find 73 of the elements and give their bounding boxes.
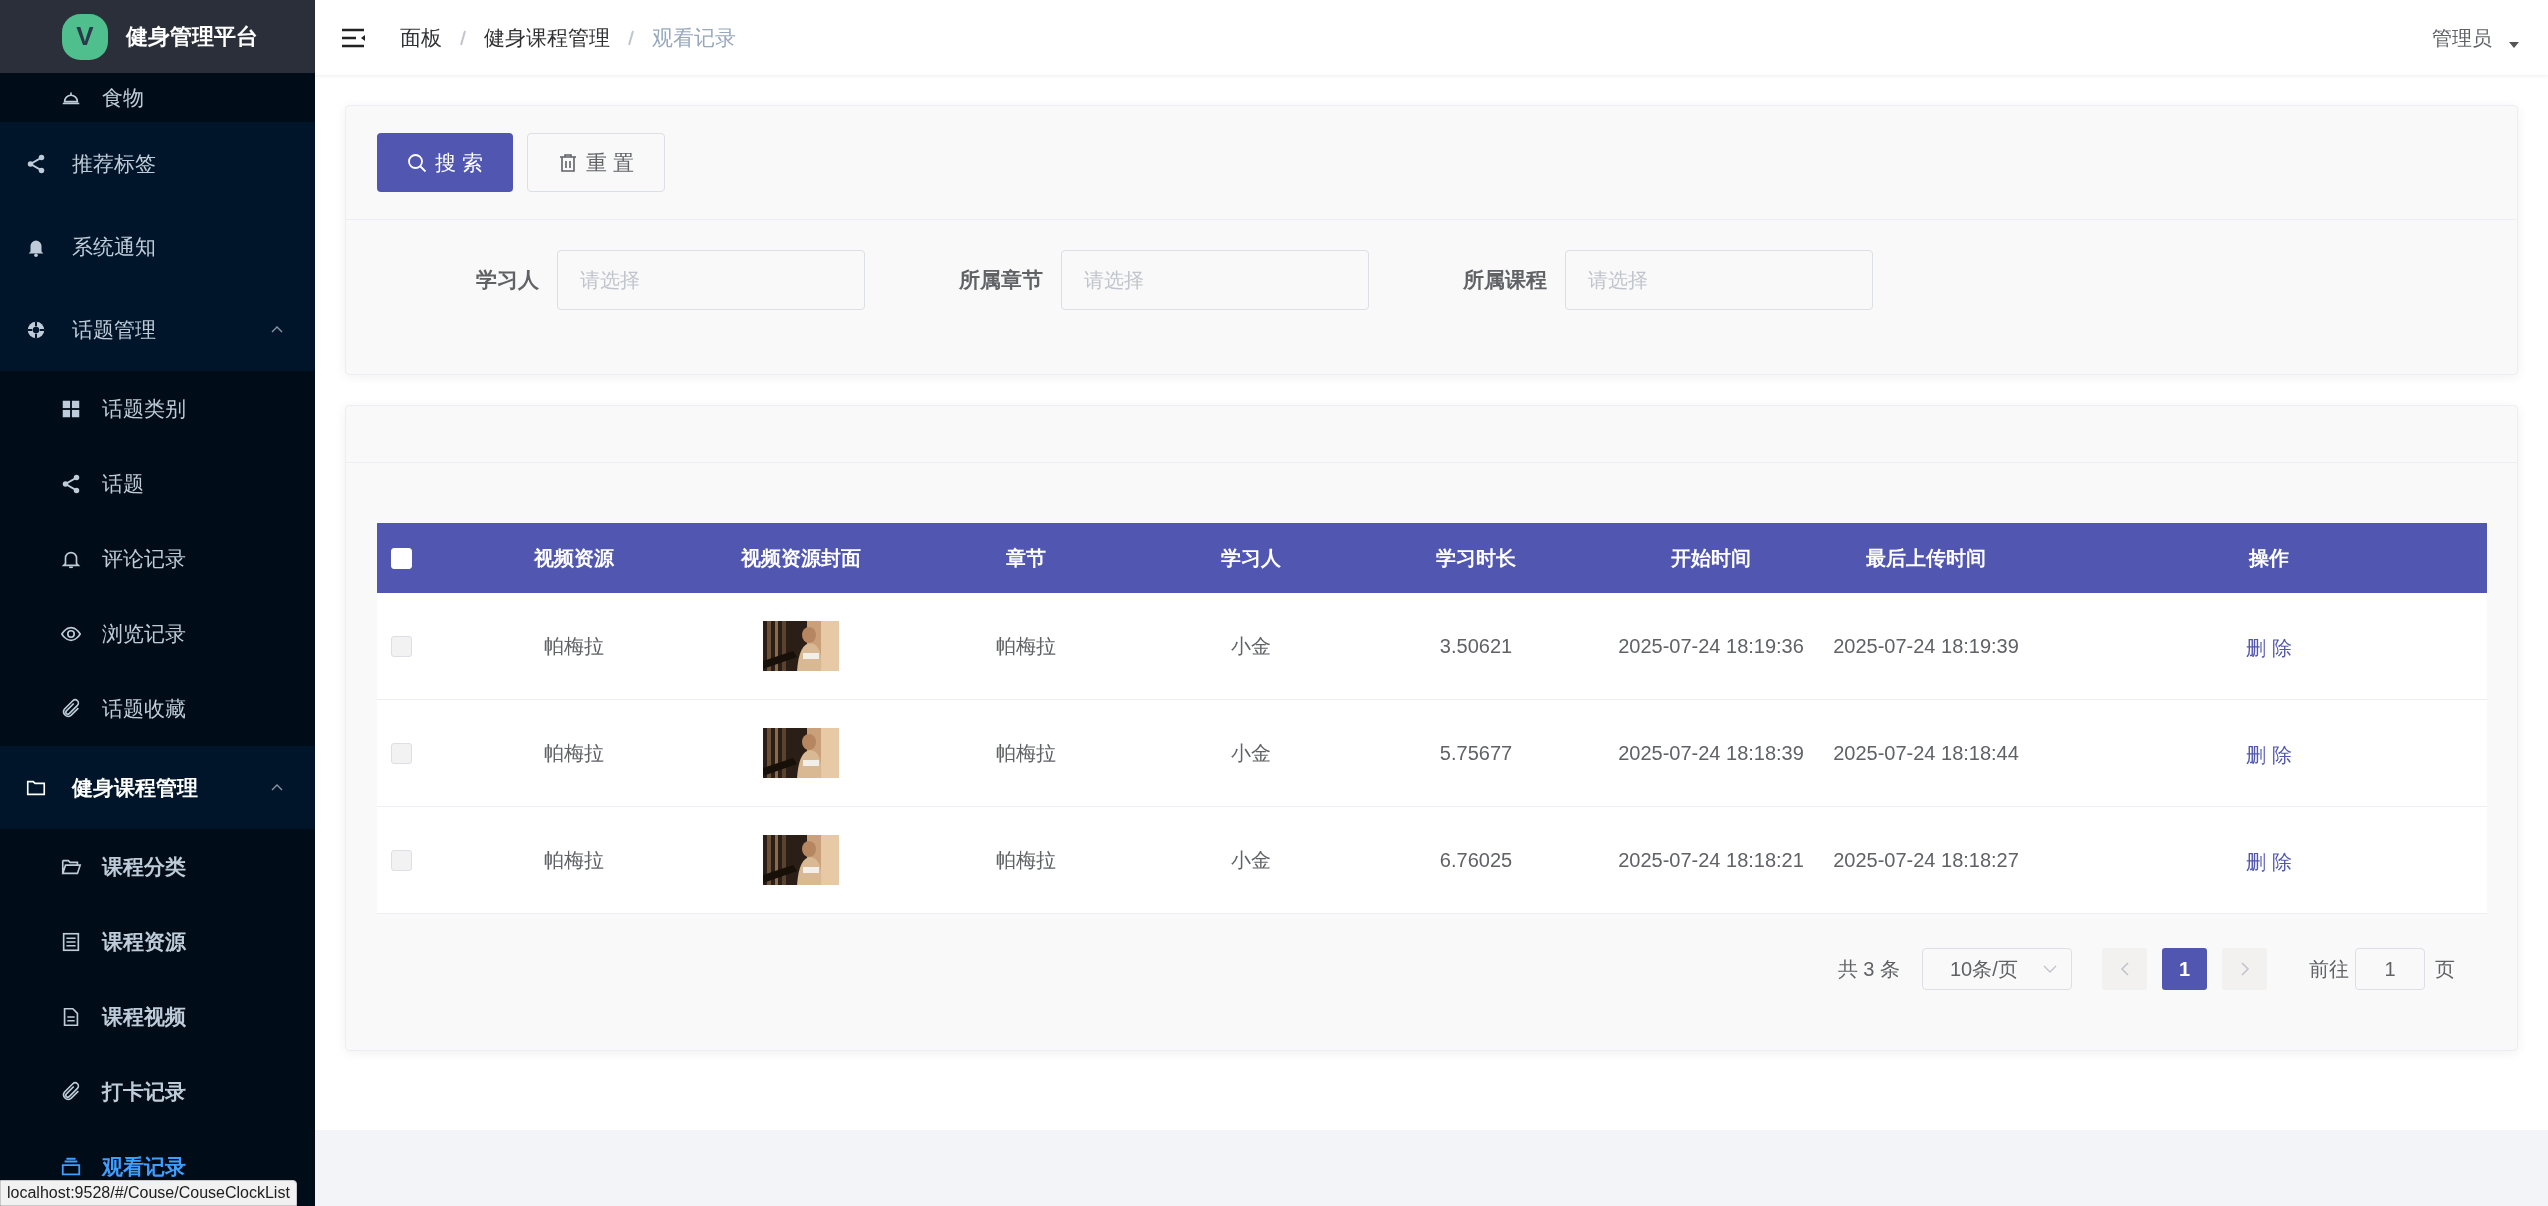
column-header: 最后上传时间 <box>1866 546 1986 571</box>
page-button[interactable]: 1 <box>2162 948 2207 990</box>
caret-icon <box>2508 40 2520 49</box>
previous-page-button[interactable] <box>2102 948 2147 990</box>
column-header: 学习人 <box>1221 546 1281 571</box>
column-header: 视频资源 <box>533 546 614 571</box>
breadcrumb-item[interactable]: 面板 <box>400 21 442 54</box>
table-cell-text: 3.50621 <box>1439 634 1513 659</box>
delete-link[interactable]: 删 除 <box>2246 633 2292 663</box>
select-all-checkbox[interactable] <box>391 547 412 569</box>
search-icon <box>407 152 427 173</box>
page-jump-field[interactable]: 1 <box>2355 948 2425 990</box>
table-cell-text: 5.75677 <box>1439 741 1513 766</box>
filter-label: 所属课程 <box>1463 267 1547 294</box>
table-cell-text: 2025-07-24 18:18:44 <box>1833 741 2019 766</box>
select-field[interactable]: 请选择 <box>1565 250 1873 310</box>
table-cell-text: 小金 <box>1231 634 1271 659</box>
menu-icon <box>341 26 367 49</box>
table-cell-text: 6.76025 <box>1439 848 1513 873</box>
jump-label: 前往 <box>2309 957 2349 982</box>
next-page-button[interactable] <box>2222 948 2267 990</box>
table-cell-text: 帕梅拉 <box>996 848 1056 873</box>
table-cell-text: 小金 <box>1231 848 1271 873</box>
filter-label: 所属章节 <box>959 267 1043 294</box>
delete-link[interactable]: 删 除 <box>2246 847 2292 877</box>
breadcrumb-item[interactable]: 健身课程管理 <box>484 21 610 54</box>
table-cell-text: 帕梅拉 <box>543 634 604 659</box>
table-cell-text: 小金 <box>1231 741 1271 766</box>
select-field[interactable]: 请选择 <box>557 250 865 310</box>
total-count: 共 3 条 <box>1837 957 1900 982</box>
user-name[interactable]: 管理员 <box>2432 22 2492 53</box>
chevron-right-icon <box>2239 961 2250 977</box>
column-header: 章节 <box>1006 546 1046 571</box>
jump-suffix: 页 <box>2435 957 2455 982</box>
table-cell-text: 帕梅拉 <box>543 848 604 873</box>
page-size-select[interactable]: 10条/页 <box>1922 948 2072 990</box>
share-icon <box>25 152 47 175</box>
paperclip-icon <box>60 1080 82 1103</box>
row-checkbox[interactable] <box>391 742 412 764</box>
row-checkbox[interactable] <box>391 635 412 657</box>
table-cell-text: 帕梅拉 <box>996 634 1056 659</box>
paperclip-icon <box>60 697 82 720</box>
share-icon <box>60 472 82 495</box>
menu-group[interactable]: 健身课程管理 <box>0 746 315 829</box>
search-button[interactable]: 搜 索 <box>377 133 513 192</box>
select-field[interactable]: 请选择 <box>1061 250 1369 310</box>
chevron-down-icon <box>2043 964 2057 974</box>
chevron-left-icon <box>2119 961 2130 977</box>
link-preview-tooltip: localhost:9528/#/Couse/CouseClockList <box>0 1180 297 1206</box>
column-header: 开始时间 <box>1671 546 1751 571</box>
reset-button[interactable]: 重 置 <box>526 133 665 192</box>
table-cell-text: 2025-07-24 18:19:36 <box>1618 634 1804 659</box>
row-checkbox[interactable] <box>391 849 412 871</box>
app-title: 健身管理平台 <box>126 23 258 51</box>
filter-label: 学习人 <box>476 267 539 294</box>
table-cell-text: 2025-07-24 18:19:39 <box>1833 634 2019 659</box>
column-header: 视频资源封面 <box>741 546 861 571</box>
menu-item[interactable]: 推荐标签 <box>0 122 315 205</box>
breadcrumb-item: 观看记录 <box>652 24 736 51</box>
menu-item[interactable]: 系统通知 <box>0 205 315 288</box>
column-header: 学习时长 <box>1436 546 1516 571</box>
menu-group[interactable]: 话题管理 <box>0 288 315 371</box>
table-cell-text: 2025-07-24 18:18:27 <box>1833 848 2019 873</box>
table-cell-text: 帕梅拉 <box>996 741 1056 766</box>
tray-icon <box>60 1155 82 1178</box>
delete-link[interactable]: 删 除 <box>2246 740 2292 770</box>
column-header: 操作 <box>2249 546 2289 571</box>
table-cell-text: 2025-07-24 18:18:39 <box>1618 741 1804 766</box>
list-icon <box>60 930 82 953</box>
table-cell-text: 2025-07-24 18:18:21 <box>1618 848 1804 873</box>
trash-icon <box>557 152 578 173</box>
logo: V <box>62 13 108 60</box>
table-cell-text: 帕梅拉 <box>543 741 604 766</box>
